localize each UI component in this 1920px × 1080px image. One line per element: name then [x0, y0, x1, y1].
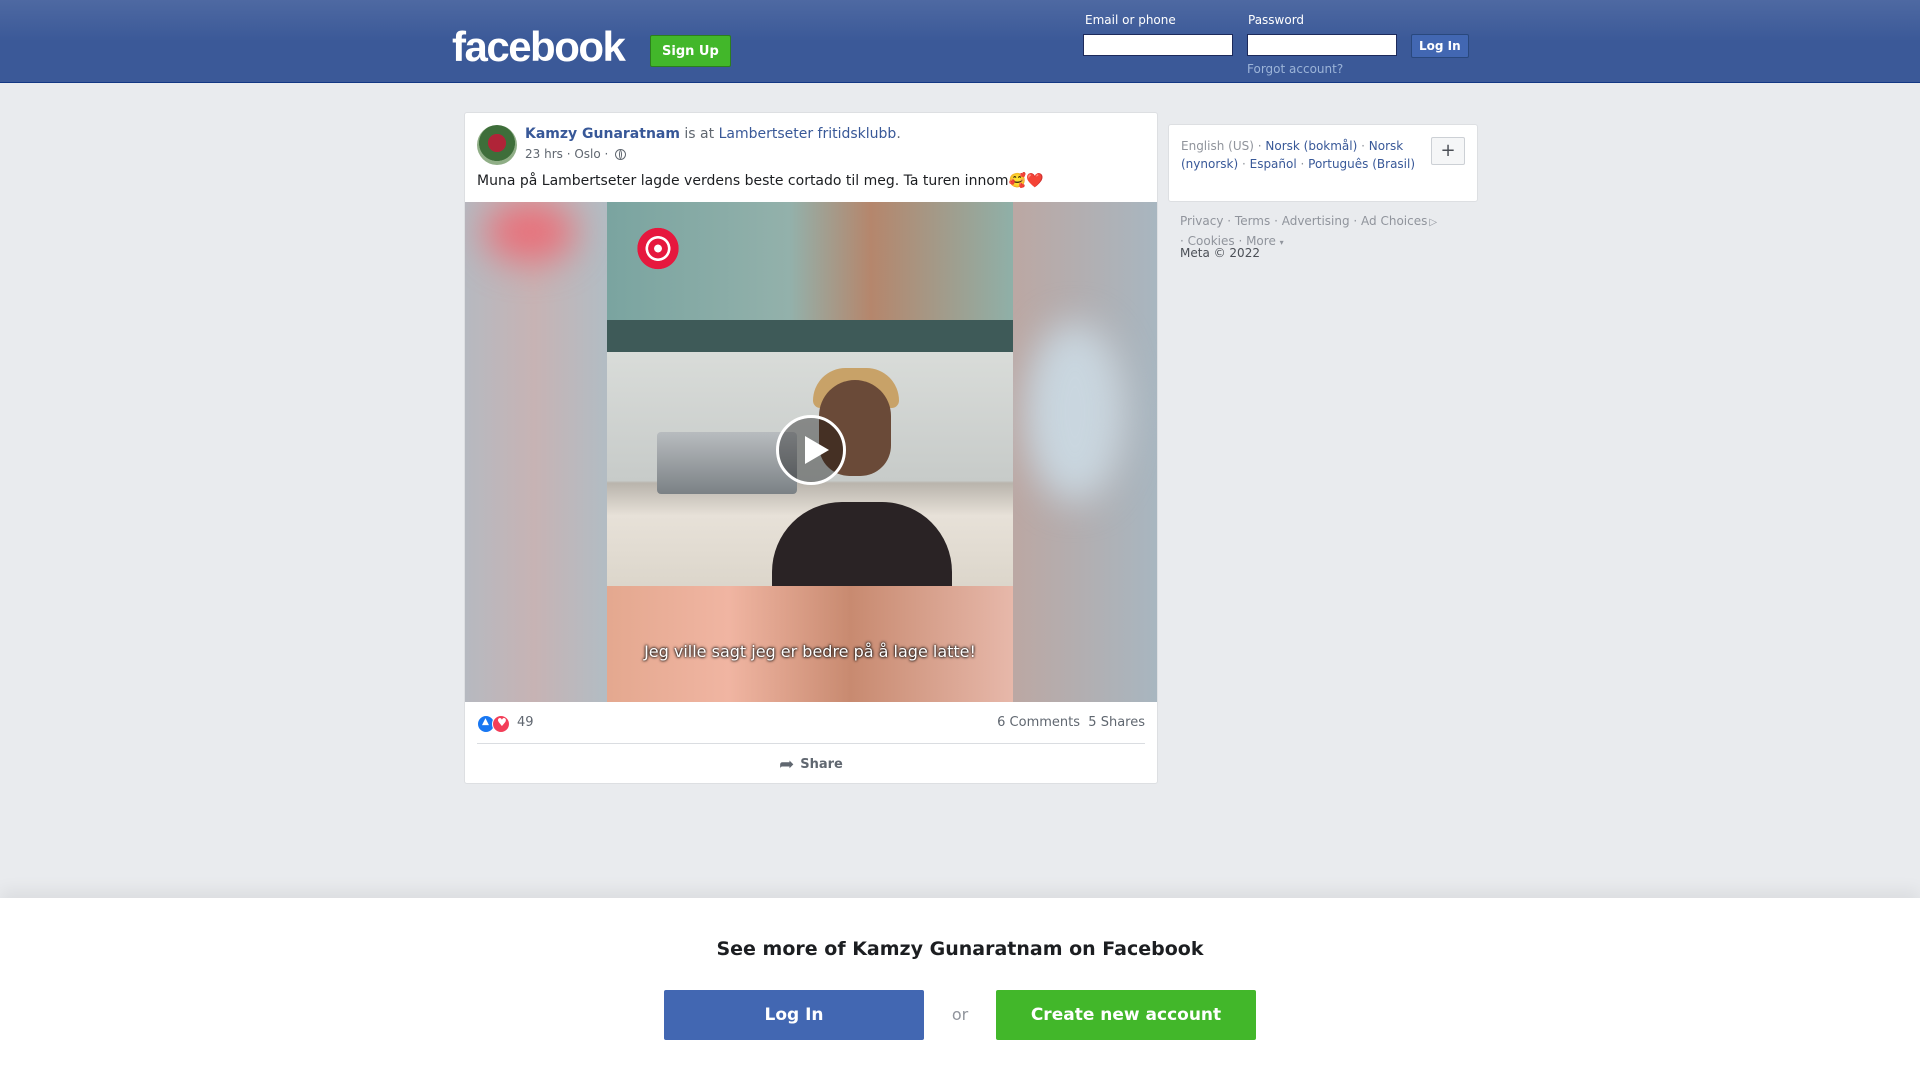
- share-button[interactable]: ➦ Share: [465, 749, 1157, 781]
- video-blur-bg: [1025, 322, 1125, 502]
- ad-choices-label: Ad Choices: [1361, 214, 1428, 228]
- language-box: English (US) · Norsk (bokmål) · Norsk (n…: [1168, 124, 1478, 202]
- reaction-count[interactable]: 49: [517, 715, 534, 730]
- divider: [477, 743, 1145, 744]
- play-icon[interactable]: [776, 415, 846, 485]
- is-at-text: is at: [679, 126, 719, 142]
- sign-up-button[interactable]: Sign Up: [650, 35, 731, 67]
- globe-icon: [615, 149, 627, 160]
- meta-separator: ·: [562, 147, 575, 161]
- ad-choices-icon: ▷: [1429, 217, 1438, 228]
- comments-link[interactable]: 6 Comments: [997, 715, 1080, 730]
- language-link[interactable]: Português (Brasil): [1308, 157, 1415, 171]
- login-button[interactable]: Log In: [1411, 34, 1469, 58]
- language-current: English (US): [1181, 139, 1254, 153]
- video-blur-bg: [485, 202, 575, 262]
- post-meta: 23 hrs · Oslo ·: [525, 147, 627, 161]
- engagement-stats: 6 Comments 5 Shares: [997, 715, 1145, 730]
- language-link[interactable]: Norsk (bokmål): [1265, 139, 1357, 153]
- bottom-login-bar: See more of Kamzy Gunaratnam on Facebook…: [0, 898, 1920, 1080]
- top-navbar: facebook Sign Up Email or phone Password…: [0, 0, 1920, 83]
- share-label: Share: [800, 757, 843, 772]
- period-text: .: [896, 126, 901, 142]
- language-list: English (US) · Norsk (bokmål) · Norsk (n…: [1181, 139, 1416, 171]
- forgot-account-link[interactable]: Forgot account?: [1247, 62, 1343, 76]
- footer-link-privacy[interactable]: Privacy: [1180, 214, 1223, 228]
- email-field[interactable]: [1083, 34, 1233, 56]
- password-field[interactable]: [1247, 34, 1397, 56]
- place-link[interactable]: Lambertseter fritidsklubb: [719, 126, 897, 142]
- bottom-login-button[interactable]: Log In: [664, 990, 924, 1040]
- share-icon: ➦: [779, 754, 795, 775]
- create-account-button[interactable]: Create new account: [996, 990, 1256, 1040]
- avatar[interactable]: [477, 125, 517, 165]
- or-text: or: [951, 1005, 969, 1024]
- language-link[interactable]: Español: [1250, 157, 1297, 171]
- post-header: Kamzy Gunaratnam is at Lambertseter frit…: [525, 126, 901, 142]
- post-timestamp[interactable]: 23 hrs: [525, 147, 563, 161]
- email-label: Email or phone: [1085, 13, 1176, 27]
- footer-link-ad-choices[interactable]: Ad Choices ▷: [1361, 214, 1437, 228]
- meta-separator: ·: [600, 147, 613, 161]
- shares-link[interactable]: 5 Shares: [1088, 715, 1145, 730]
- password-label: Password: [1248, 13, 1305, 27]
- rose-logo-icon: [633, 226, 683, 276]
- post-location[interactable]: Oslo: [574, 147, 600, 161]
- post-text: Muna på Lambertseter lagde verdens beste…: [477, 173, 1044, 189]
- copyright: Meta © 2022: [1180, 246, 1260, 260]
- author-name-link[interactable]: Kamzy Gunaratnam: [525, 126, 680, 142]
- video-player[interactable]: Jeg ville sagt jeg er bedre på å lage la…: [465, 202, 1157, 702]
- facebook-logo[interactable]: facebook: [452, 24, 626, 70]
- video-shelf: [607, 320, 1013, 352]
- video-caption: Jeg ville sagt jeg er bedre på å lage la…: [644, 642, 976, 661]
- footer-link-terms[interactable]: Terms: [1235, 214, 1270, 228]
- love-icon: [492, 715, 510, 733]
- bottom-title: See more of Kamzy Gunaratnam on Facebook: [716, 938, 1204, 960]
- post-card: Kamzy Gunaratnam is at Lambertseter frit…: [464, 112, 1158, 784]
- caret-down-icon: ▾: [1279, 238, 1284, 247]
- add-language-button[interactable]: +: [1431, 137, 1465, 165]
- footer-link-advertising[interactable]: Advertising: [1282, 214, 1350, 228]
